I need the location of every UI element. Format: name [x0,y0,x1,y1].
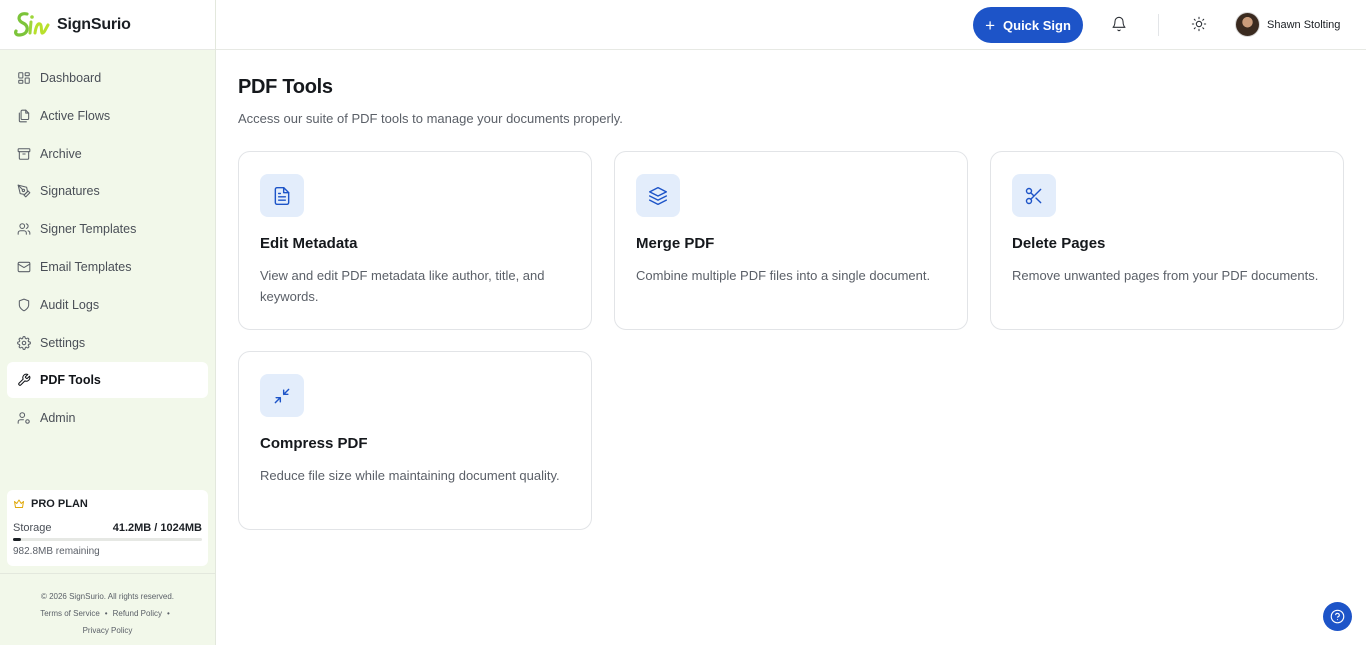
help-button[interactable] [1323,602,1352,631]
sidebar-nav: Dashboard Active Flows Archive Signature… [7,60,208,438]
sidebar-footer: © 2026 SignSurio. All rights reserved. T… [0,573,215,639]
layers-icon [648,186,668,205]
sidebar-item-admin[interactable]: Admin [7,400,208,436]
files-icon [18,109,30,123]
user-cog-icon [17,412,30,424]
sidebar-item-label: Active Flows [40,108,111,123]
storage-progress-fill [13,538,21,541]
sidebar-item-label: Signatures [40,184,100,199]
page-title: PDF Tools [238,76,333,98]
sidebar-item-label: Audit Logs [40,297,100,312]
sidebar-item-label: Dashboard [40,71,102,85]
storage-progress-bar [13,538,202,541]
plan-name: PRO PLAN [31,498,88,510]
brand-logo-icon [14,11,50,37]
minimize-icon [274,388,290,403]
sidebar-item-label: Archive [40,146,82,161]
tool-card-title: Merge PDF [636,235,715,252]
shield-icon [18,298,30,312]
scissors-icon [1025,187,1042,204]
sidebar-item-label: PDF Tools [40,373,101,388]
privacy-link[interactable]: Privacy Policy [83,626,133,635]
top-header: + Quick Sign Shawn Stolting [216,0,1366,50]
quick-sign-label: Quick Sign [1003,17,1071,33]
user-menu[interactable]: Shawn Stolting [1235,12,1340,37]
sidebar-item-label: Email Templates [40,259,132,274]
crown-icon [14,499,24,508]
tool-card-delete-pages[interactable]: Delete Pages Remove unwanted pages from … [990,151,1344,330]
tool-card-description: Reduce file size while maintaining docum… [260,468,560,483]
tool-card-description: Combine multiple PDF files into a single… [636,268,931,283]
sidebar-item-dashboard[interactable]: Dashboard [7,60,208,96]
page-subtitle: Access our suite of PDF tools to manage … [238,111,623,126]
terms-link[interactable]: Terms of Service [40,609,100,618]
tool-card-merge-pdf[interactable]: Merge PDF Combine multiple PDF files int… [614,151,968,330]
sidebar-item-label: Settings [40,335,86,350]
tool-card-description: View and edit PDF metadata like author, … [260,268,545,304]
sidebar-item-label: Admin [40,411,76,426]
sidebar-item-signatures[interactable]: Signatures [7,173,208,209]
tool-card-title: Edit Metadata [260,235,358,252]
brand[interactable]: SignSurio [0,0,215,50]
app-root: SignSurio Dashboard Active Flows Archive… [0,0,1366,645]
file-text-icon [274,186,290,205]
storage-label: Storage [13,522,52,534]
sidebar-item-archive[interactable]: Archive [7,136,208,172]
gear-icon [17,335,31,350]
theme-toggle-button[interactable] [1191,16,1207,32]
header-divider [1158,14,1159,36]
sun-icon [1191,16,1207,32]
sidebar-item-active-flows[interactable]: Active Flows [7,98,208,134]
sidebar: SignSurio Dashboard Active Flows Archive… [0,0,216,645]
tool-card-edit-metadata[interactable]: Edit Metadata View and edit PDF metadata… [238,151,592,330]
quick-sign-button[interactable]: + Quick Sign [973,7,1083,43]
help-icon [1330,609,1345,624]
refund-link[interactable]: Refund Policy [113,609,162,618]
sidebar-item-audit-logs[interactable]: Audit Logs [7,287,208,323]
brand-name: SignSurio [57,15,131,33]
sidebar-item-email-templates[interactable]: Email Templates [7,249,208,285]
storage-remaining: 982.8MB remaining [13,546,100,557]
tool-card-title: Compress PDF [260,435,368,452]
plus-icon: + [985,15,996,35]
separator: • [166,609,170,618]
tool-card-description: Remove unwanted pages from your PDF docu… [1012,268,1319,283]
users-icon [17,223,31,235]
notifications-button[interactable] [1111,16,1127,32]
sidebar-item-settings[interactable]: Settings [7,325,208,361]
sidebar-item-signer-templates[interactable]: Signer Templates [7,211,208,247]
avatar [1235,12,1260,37]
user-name: Shawn Stolting [1267,18,1341,31]
separator: • [104,609,108,618]
sidebar-item-label: Signer Templates [40,222,137,237]
dashboard-icon [18,72,30,84]
bell-icon [1112,16,1126,32]
wrench-icon [18,374,31,387]
storage-value: 41.2MB / 1024MB [112,522,202,534]
tool-card-title: Delete Pages [1012,235,1106,252]
mail-icon [17,261,31,273]
archive-icon [17,147,31,160]
pen-icon [17,185,31,198]
tool-card-compress-pdf[interactable]: Compress PDF Reduce file size while main… [238,351,592,530]
sidebar-item-pdf-tools[interactable]: PDF Tools [7,362,208,399]
plan-card: PRO PLAN Storage 41.2MB / 1024MB 982.8MB… [7,490,208,566]
copyright: © 2026 SignSurio. All rights reserved. [40,592,175,601]
